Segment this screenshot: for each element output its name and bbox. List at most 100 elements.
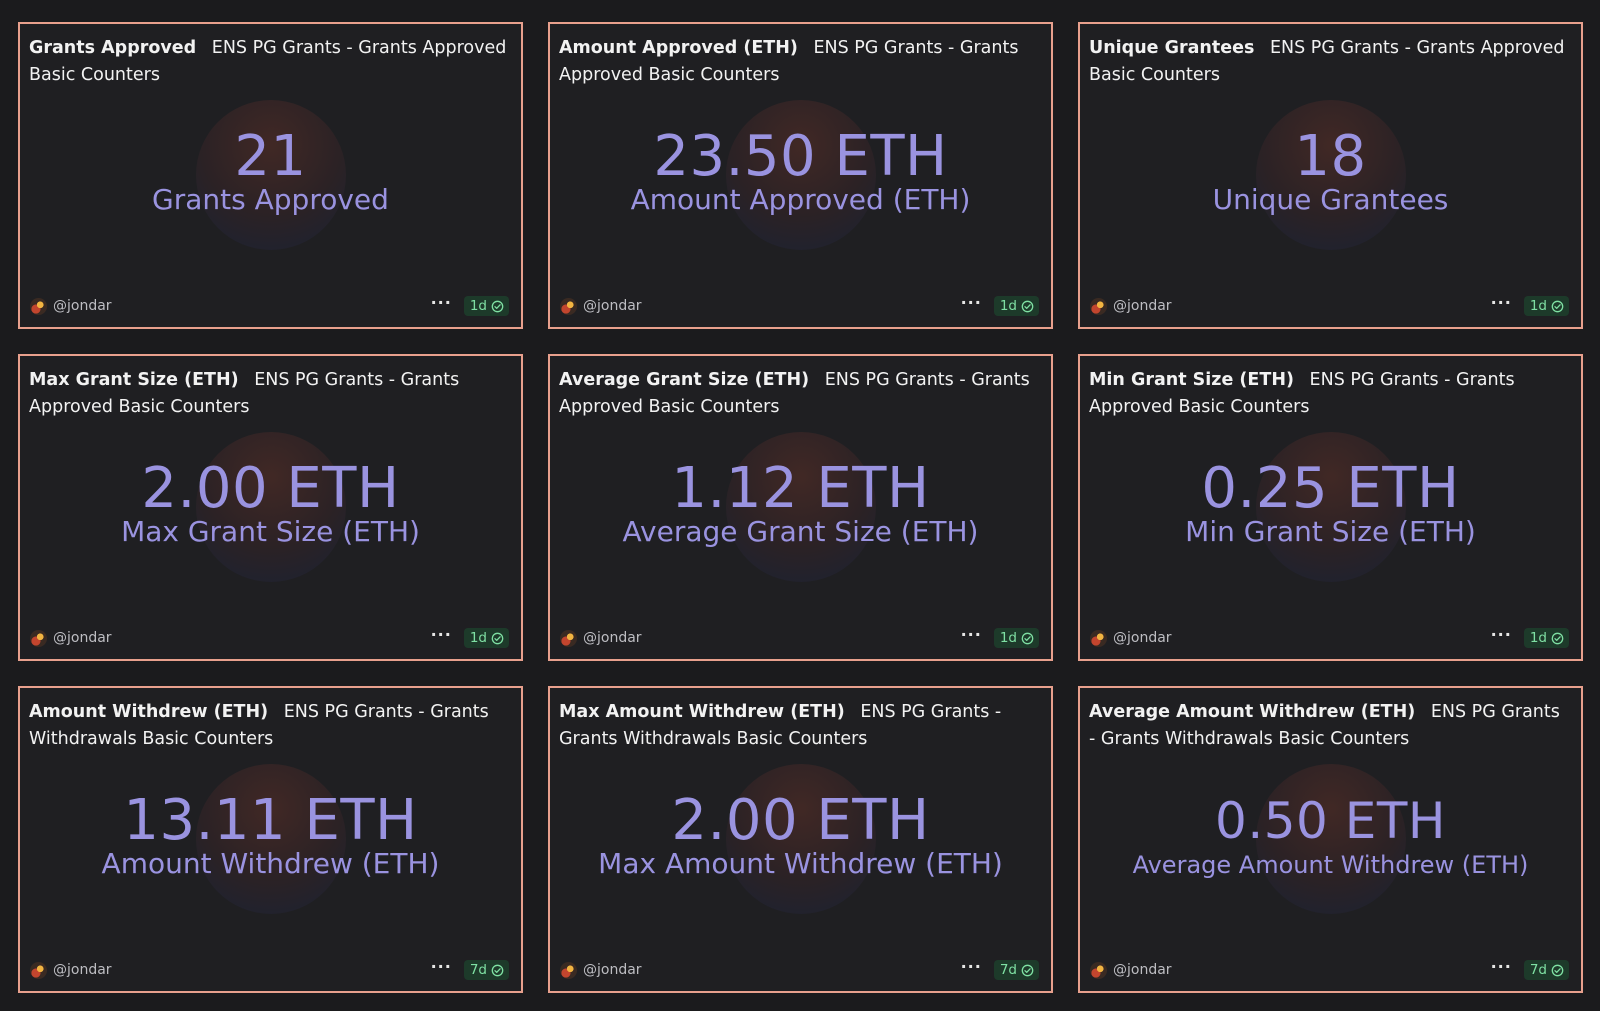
counter-card-amount-approved[interactable]: Amount Approved (ETH) ENS PG Grants - Gr…	[548, 22, 1053, 329]
avatar[interactable]	[30, 961, 47, 979]
more-options-icon[interactable]: ···	[961, 295, 982, 316]
refresh-interval: 1d	[469, 298, 487, 314]
refresh-badge[interactable]: 1d	[993, 296, 1039, 316]
card-title[interactable]: Amount Approved (ETH)	[559, 38, 798, 58]
counter-display: 18 Unique Grantees	[1080, 124, 1581, 216]
more-options-icon[interactable]: ···	[431, 295, 452, 316]
counter-card-max-grant-size[interactable]: Max Grant Size (ETH) ENS PG Grants - Gra…	[18, 354, 523, 661]
counter-card-average-amount-withdrew[interactable]: Average Amount Withdrew (ETH) ENS PG Gra…	[1078, 686, 1583, 993]
counter-value: 2.00 ETH	[671, 788, 930, 853]
counter-card-max-amount-withdrew[interactable]: Max Amount Withdrew (ETH) ENS PG Grants …	[548, 686, 1053, 993]
card-title[interactable]: Min Grant Size (ETH)	[1089, 370, 1294, 390]
more-options-icon[interactable]: ···	[1491, 295, 1512, 316]
refresh-interval: 7d	[999, 962, 1017, 978]
author-name[interactable]: @jondar	[1113, 630, 1172, 646]
counter-display: 2.00 ETH Max Grant Size (ETH)	[20, 456, 521, 548]
author-name[interactable]: @jondar	[53, 630, 112, 646]
refresh-badge[interactable]: 1d	[993, 628, 1039, 648]
author-name[interactable]: @jondar	[583, 962, 642, 978]
avatar[interactable]	[560, 297, 577, 315]
card-footer: @jondar ··· 1d	[1090, 295, 1569, 317]
card-header: Max Grant Size (ETH) ENS PG Grants - Gra…	[29, 367, 509, 421]
card-header: Amount Approved (ETH) ENS PG Grants - Gr…	[559, 35, 1039, 89]
refresh-interval: 1d	[1529, 298, 1547, 314]
author-name[interactable]: @jondar	[53, 962, 112, 978]
counter-card-average-grant-size[interactable]: Average Grant Size (ETH) ENS PG Grants -…	[548, 354, 1053, 661]
avatar[interactable]	[30, 629, 47, 647]
counter-card-grants-approved[interactable]: Grants Approved ENS PG Grants - Grants A…	[18, 22, 523, 329]
counter-label: Grants Approved	[152, 183, 389, 216]
counter-card-unique-grantees[interactable]: Unique Grantees ENS PG Grants - Grants A…	[1078, 22, 1583, 329]
counter-label: Max Grant Size (ETH)	[121, 515, 420, 548]
counter-card-amount-withdrew[interactable]: Amount Withdrew (ETH) ENS PG Grants - Gr…	[18, 686, 523, 993]
refresh-interval: 7d	[1529, 962, 1547, 978]
counter-value: 2.00 ETH	[141, 456, 400, 521]
more-options-icon[interactable]: ···	[1491, 959, 1512, 980]
counter-label: Max Amount Withdrew (ETH)	[598, 847, 1003, 880]
refresh-interval: 1d	[999, 630, 1017, 646]
dashboard-grid: Grants Approved ENS PG Grants - Grants A…	[18, 22, 1583, 993]
author-name[interactable]: @jondar	[583, 630, 642, 646]
card-title[interactable]: Unique Grantees	[1089, 38, 1254, 58]
card-title[interactable]: Max Grant Size (ETH)	[29, 370, 239, 390]
check-circle-icon	[1551, 300, 1564, 312]
author-name[interactable]: @jondar	[1113, 298, 1172, 314]
more-options-icon[interactable]: ···	[431, 627, 452, 648]
refresh-interval: 1d	[999, 298, 1017, 314]
more-options-icon[interactable]: ···	[1491, 627, 1512, 648]
author-name[interactable]: @jondar	[583, 298, 642, 314]
counter-value: 0.50 ETH	[1215, 792, 1446, 850]
check-circle-icon	[491, 964, 504, 976]
check-circle-icon	[1551, 632, 1564, 644]
refresh-badge[interactable]: 1d	[463, 296, 509, 316]
card-title[interactable]: Average Grant Size (ETH)	[559, 370, 809, 390]
more-options-icon[interactable]: ···	[431, 959, 452, 980]
counter-value: 21	[234, 124, 307, 189]
check-circle-icon	[491, 632, 504, 644]
avatar[interactable]	[1090, 297, 1107, 315]
check-circle-icon	[1551, 964, 1564, 976]
check-circle-icon	[491, 300, 504, 312]
refresh-badge[interactable]: 7d	[993, 960, 1039, 980]
refresh-badge[interactable]: 7d	[1523, 960, 1569, 980]
check-circle-icon	[1021, 964, 1034, 976]
avatar[interactable]	[1090, 961, 1107, 979]
counter-card-min-grant-size[interactable]: Min Grant Size (ETH) ENS PG Grants - Gra…	[1078, 354, 1583, 661]
more-options-icon[interactable]: ···	[961, 627, 982, 648]
card-header: Min Grant Size (ETH) ENS PG Grants - Gra…	[1089, 367, 1569, 421]
counter-value: 1.12 ETH	[671, 456, 930, 521]
card-header: Amount Withdrew (ETH) ENS PG Grants - Gr…	[29, 699, 509, 753]
card-header: Average Grant Size (ETH) ENS PG Grants -…	[559, 367, 1039, 421]
avatar[interactable]	[30, 297, 47, 315]
counter-label: Min Grant Size (ETH)	[1185, 515, 1476, 548]
counter-display: 13.11 ETH Amount Withdrew (ETH)	[20, 788, 521, 880]
more-options-icon[interactable]: ···	[961, 959, 982, 980]
card-title[interactable]: Average Amount Withdrew (ETH)	[1089, 702, 1415, 722]
avatar[interactable]	[1090, 629, 1107, 647]
counter-value: 13.11 ETH	[123, 788, 418, 853]
card-title[interactable]: Grants Approved	[29, 38, 196, 58]
counter-display: 1.12 ETH Average Grant Size (ETH)	[550, 456, 1051, 548]
card-footer: @jondar ··· 1d	[560, 295, 1039, 317]
counter-display: 21 Grants Approved	[20, 124, 521, 216]
check-circle-icon	[1021, 632, 1034, 644]
counter-label: Average Amount Withdrew (ETH)	[1132, 851, 1529, 879]
refresh-interval: 1d	[469, 630, 487, 646]
card-footer: @jondar ··· 1d	[560, 627, 1039, 649]
check-circle-icon	[1021, 300, 1034, 312]
refresh-badge[interactable]: 1d	[1523, 296, 1569, 316]
avatar[interactable]	[560, 961, 577, 979]
card-title[interactable]: Max Amount Withdrew (ETH)	[559, 702, 845, 722]
counter-display: 23.50 ETH Amount Approved (ETH)	[550, 124, 1051, 216]
card-title[interactable]: Amount Withdrew (ETH)	[29, 702, 268, 722]
card-footer: @jondar ··· 1d	[30, 627, 509, 649]
refresh-badge[interactable]: 1d	[463, 628, 509, 648]
card-footer: @jondar ··· 1d	[30, 295, 509, 317]
card-header: Grants Approved ENS PG Grants - Grants A…	[29, 35, 509, 89]
author-name[interactable]: @jondar	[1113, 962, 1172, 978]
avatar[interactable]	[560, 629, 577, 647]
refresh-badge[interactable]: 7d	[463, 960, 509, 980]
card-header: Average Amount Withdrew (ETH) ENS PG Gra…	[1089, 699, 1569, 753]
refresh-badge[interactable]: 1d	[1523, 628, 1569, 648]
author-name[interactable]: @jondar	[53, 298, 112, 314]
